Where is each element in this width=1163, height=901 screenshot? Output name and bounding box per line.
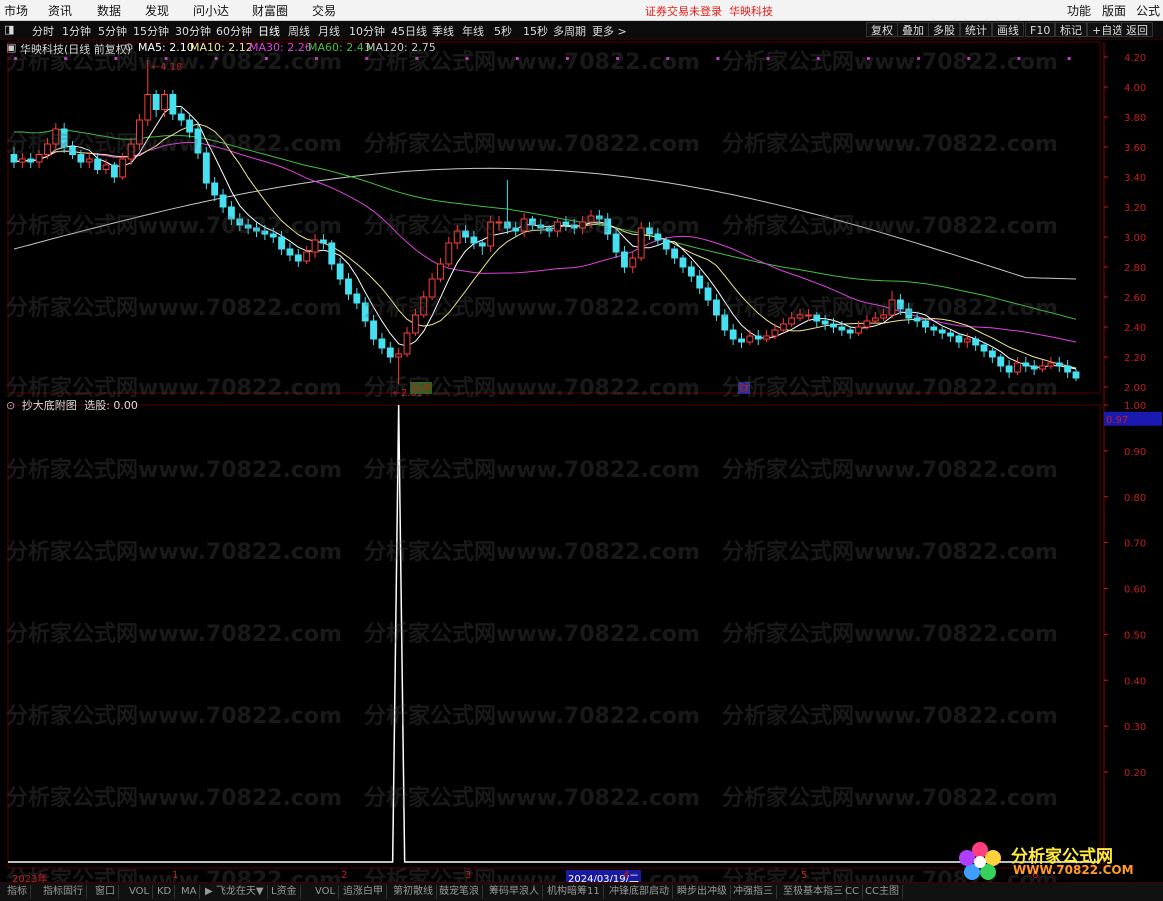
- watermark: 分析家公式网www.70822.com: [722, 458, 1058, 483]
- watermark: 分析家公式网www.70822.com: [364, 458, 700, 483]
- flower-logo-icon: [959, 842, 1001, 880]
- indicator-tab-13[interactable]: 机构暗筹11: [544, 885, 604, 899]
- watermark: 分析家公式网www.70822.com: [722, 296, 1058, 321]
- watermark: 分析家公式网www.70822.com: [6, 458, 342, 483]
- date-axis: 2023年 1 2 3 2024/03/19/二 4 5 6: [0, 870, 1100, 885]
- logo-url: WWW.70822.COM: [1013, 863, 1134, 877]
- watermark: 分析家公式网www.70822.com: [364, 50, 700, 75]
- indicator-tab-9[interactable]: 追涨白甲: [340, 885, 387, 899]
- watermark: 分析家公式网www.70822.com: [364, 704, 700, 729]
- watermark: 分析家公式网www.70822.com: [364, 540, 700, 565]
- watermark: 分析家公式网www.70822.com: [6, 704, 342, 729]
- date-label-6: 5: [801, 870, 808, 881]
- watermark: 分析家公式网www.70822.com: [6, 296, 342, 321]
- watermark: 分析家公式网www.70822.com: [6, 214, 342, 239]
- indicator-tab-12[interactable]: 筹码早浪人: [486, 885, 543, 899]
- watermark: 分析家公式网www.70822.com: [722, 214, 1058, 239]
- indicator-tab-3[interactable]: VOL: [126, 885, 154, 899]
- indicator-tab-2[interactable]: 窗口: [92, 885, 119, 899]
- indicator-header: ⊙ 抄大底附图 选股: 0.00: [6, 397, 138, 413]
- watermark: 分析家公式网www.70822.com: [722, 50, 1058, 75]
- watermark: 分析家公式网www.70822.com: [722, 132, 1058, 157]
- watermark: 分析家公式网www.70822.com: [722, 540, 1058, 565]
- watermark: 分析家公式网www.70822.com: [364, 296, 700, 321]
- watermark: 分析家公式网www.70822.com: [6, 540, 342, 565]
- watermark: 分析家公式网www.70822.com: [364, 786, 700, 811]
- indicator-tab-18[interactable]: CC: [842, 885, 863, 899]
- watermark: 分析家公式网www.70822.com: [6, 622, 342, 647]
- watermark-layer: 分析家公式网www.70822.com 分析家公式网www.70822.com 分析…: [0, 0, 1163, 900]
- watermark: 分析家公式网www.70822.com: [6, 132, 342, 157]
- date-label-1: 1: [172, 870, 179, 881]
- indicator-tab-7[interactable]: L资金: [268, 885, 301, 899]
- watermark: 分析家公式网www.70822.com: [722, 786, 1058, 811]
- indicator-value: 选股: 0.00: [84, 399, 138, 412]
- indicator-tab-14[interactable]: 冲锋底部启动: [606, 885, 673, 899]
- indicator-tabs-bar: 指标 指标固行 窗口 VOL KD MA ▶ 飞龙在天▼ L资金 VOL 追涨白甲 第初散线 鼓宠笔浪…: [0, 882, 1163, 901]
- date-label-2: 2: [341, 870, 348, 881]
- indicator-tab-5[interactable]: MA: [178, 885, 201, 899]
- watermark: 分析家公式网www.70822.com: [364, 214, 700, 239]
- date-label-5: 4: [623, 870, 630, 881]
- indicator-tab-1[interactable]: 指标固行: [40, 885, 87, 899]
- watermark: 分析家公式网www.70822.com: [364, 622, 700, 647]
- indicator-tab-15[interactable]: 瞬步出冲级: [674, 885, 731, 899]
- site-logo: 分析家公式网 WWW.70822.COM: [955, 840, 1160, 880]
- watermark: 分析家公式网www.70822.com: [722, 704, 1058, 729]
- indicator-tab-10[interactable]: 第初散线: [390, 885, 437, 899]
- indicator-tab-4[interactable]: KD: [154, 885, 176, 899]
- indicator-tab-17[interactable]: 至极基本指三: [780, 885, 847, 899]
- indicator-title: 抄大底附图: [21, 399, 77, 412]
- collapse-icon[interactable]: ⊙: [6, 399, 15, 412]
- watermark: 分析家公式网www.70822.com: [364, 376, 700, 401]
- indicator-tab-11[interactable]: 鼓宠笔浪: [436, 885, 483, 899]
- date-label-3: 3: [465, 870, 472, 881]
- watermark: 分析家公式网www.70822.com: [6, 786, 342, 811]
- watermark: 分析家公式网www.70822.com: [6, 50, 342, 75]
- indicator-tab-16[interactable]: 冲强指三: [730, 885, 777, 899]
- indicator-tab-8[interactable]: VOL: [312, 885, 340, 899]
- watermark: 分析家公式网www.70822.com: [364, 132, 700, 157]
- indicator-tab-19[interactable]: CC主图: [862, 885, 903, 899]
- indicator-tab-6[interactable]: ▶ 飞龙在天▼: [202, 885, 268, 899]
- indicator-tab-0[interactable]: 指标: [4, 885, 31, 899]
- watermark: 分析家公式网www.70822.com: [722, 376, 1058, 401]
- watermark: 分析家公式网www.70822.com: [722, 622, 1058, 647]
